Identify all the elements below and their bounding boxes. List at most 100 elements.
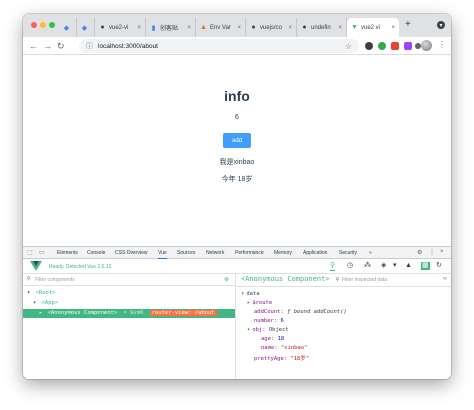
tab-memory[interactable]: Memory bbox=[274, 250, 292, 256]
close-tab-icon[interactable]: × bbox=[391, 25, 395, 31]
env-icon: ▲ bbox=[200, 24, 207, 31]
tab-security[interactable]: Security bbox=[339, 250, 357, 256]
tab-pinned-1[interactable]: ◆ bbox=[59, 18, 77, 37]
github-icon: ● bbox=[251, 24, 256, 31]
vue-logo-inner bbox=[33, 261, 39, 266]
site-info-icon[interactable]: ⓘ bbox=[86, 41, 93, 51]
reload-icon[interactable]: ↻ bbox=[57, 39, 65, 53]
select-component-target-icon[interactable]: ⊕ bbox=[224, 276, 229, 283]
inspected-component-title: <Anonymous Component> bbox=[241, 275, 330, 283]
github-icon: ● bbox=[100, 24, 105, 31]
search-icon: ⚲ bbox=[335, 277, 340, 283]
vue-devtools-header: Ready. Detected Vue 2.6.12. ⚲ ◷ ⁂ ◈ ▾ ▲ … bbox=[23, 259, 451, 274]
devtools-menu-icon[interactable]: ⋮ bbox=[429, 249, 435, 256]
device-toolbar-icon[interactable]: ▭ bbox=[39, 249, 45, 256]
router-icon[interactable]: ◈ bbox=[381, 262, 386, 270]
filter-inspected-data-input[interactable]: ⚲ Filter inspected data bbox=[335, 274, 387, 286]
tab-css-overview[interactable]: CSS Overview bbox=[115, 250, 148, 256]
tab-application[interactable]: Application bbox=[303, 250, 327, 256]
settings-gear-icon[interactable]: ⚙ bbox=[417, 249, 422, 256]
back-arrow-icon[interactable]: ← bbox=[29, 39, 38, 53]
divider bbox=[237, 286, 451, 287]
tab-undefin[interactable]: ● undefin × bbox=[297, 18, 347, 37]
new-tab-button[interactable]: + bbox=[405, 20, 411, 30]
tab-vuejs-co[interactable]: ● vuejs/co × bbox=[246, 18, 297, 37]
close-devtools-icon[interactable]: × bbox=[440, 249, 444, 255]
browser-window: ◆ ◆ ● vue2-vi × ▮ 创客贴 × ▲ Env Var × ● vu… bbox=[23, 14, 451, 379]
data-row-obj[interactable]: ▾ obj: Object bbox=[247, 327, 289, 333]
tab-sources[interactable]: Sources bbox=[177, 250, 195, 256]
page-content: info 6 add 我是xinbao 今年 18岁 bbox=[23, 55, 451, 246]
components-tree-icon[interactable]: ⚲ bbox=[330, 262, 336, 271]
data-row-addcount[interactable]: addCount: ƒ bound addCount() bbox=[254, 309, 347, 315]
devtools-panel: ⬚ ▭ Elements Console CSS Overview Vue So… bbox=[23, 246, 451, 379]
data-row-number[interactable]: number: 6 bbox=[254, 318, 284, 324]
expand-arrow-icon[interactable]: ▸ bbox=[39, 310, 42, 316]
url-text: localhost:3000/about bbox=[98, 42, 158, 50]
tab-elements[interactable]: Elements bbox=[57, 250, 78, 256]
tree-node-label: <Anonymous Component> bbox=[47, 310, 118, 316]
filter-components-input[interactable]: ⚲ Filter components ⊕ bbox=[23, 274, 235, 286]
tree-node-root[interactable]: ▾ <Root> bbox=[27, 290, 56, 299]
extension-green-icon[interactable] bbox=[378, 42, 386, 50]
tab-console[interactable]: Console bbox=[87, 250, 105, 256]
close-tab-icon[interactable]: × bbox=[237, 25, 241, 31]
close-tab-icon[interactable]: × bbox=[187, 25, 191, 31]
data-row-age[interactable]: age: 18 bbox=[261, 336, 284, 342]
extension-icon[interactable] bbox=[365, 42, 373, 50]
more-tabs-button[interactable]: » bbox=[369, 250, 372, 256]
data-row-route[interactable]: ▸ $route bbox=[247, 300, 272, 306]
tree-node-app[interactable]: ▾ <App> bbox=[33, 300, 58, 309]
bookmark-star-icon[interactable]: ☆ bbox=[345, 42, 352, 51]
close-tab-icon[interactable]: × bbox=[338, 25, 342, 31]
vue-status-text: Ready. Detected Vue 2.6.12. bbox=[49, 264, 113, 270]
inspect-element-icon[interactable]: ⬚ bbox=[27, 249, 33, 256]
minimize-window-button[interactable] bbox=[40, 22, 46, 28]
tab-pinned-2[interactable]: ◆ bbox=[77, 18, 95, 37]
data-section-header[interactable]: ▾ data bbox=[241, 291, 260, 297]
name-text: 我是xinbao bbox=[219, 159, 255, 166]
refresh-icon[interactable]: ↻ bbox=[436, 262, 442, 270]
tree-node-anonymous-selected[interactable]: ▸ <Anonymous Component> = $vm0 router-vi… bbox=[23, 309, 235, 318]
tab-vue2-vi[interactable]: ● vue2-vi × bbox=[95, 18, 146, 37]
expand-arrow-icon[interactable]: ▾ bbox=[33, 300, 36, 306]
add-button[interactable]: add bbox=[223, 133, 251, 148]
tab-performance[interactable]: Performance bbox=[235, 250, 264, 256]
collapse-arrow-icon[interactable]: ▾ bbox=[241, 291, 244, 297]
address-bar[interactable]: ⓘ localhost:3000/about ☆ bbox=[79, 39, 359, 53]
menu-kebab-icon[interactable]: ⋮ bbox=[438, 40, 446, 49]
avatar[interactable] bbox=[421, 40, 432, 51]
tab-env-var[interactable]: ▲ Env Var × bbox=[196, 18, 246, 37]
age-text: 今年 18岁 bbox=[221, 176, 253, 183]
close-window-button[interactable] bbox=[31, 22, 37, 28]
tab-vue[interactable]: Vue bbox=[158, 250, 167, 259]
more-options-icon[interactable]: ‹› bbox=[443, 276, 447, 282]
performance-icon[interactable]: ▲ bbox=[405, 262, 412, 270]
vuex-icon[interactable]: ⁂ bbox=[364, 262, 371, 270]
maximize-window-button[interactable] bbox=[49, 22, 55, 28]
forward-arrow-icon[interactable]: → bbox=[43, 39, 52, 53]
extension-purple-icon[interactable] bbox=[404, 42, 412, 50]
vm-reference: = $vm0 bbox=[123, 310, 144, 316]
close-tab-icon[interactable]: × bbox=[288, 25, 292, 31]
page-title: info bbox=[224, 88, 250, 104]
tab-chuangke[interactable]: ▮ 创客贴 × bbox=[146, 18, 196, 37]
filter-inspected-placeholder: Filter inspected data bbox=[342, 277, 388, 283]
expand-arrow-icon[interactable]: ▾ bbox=[27, 290, 30, 296]
history-clock-icon[interactable]: ◷ bbox=[347, 262, 353, 270]
tab-network[interactable]: Network bbox=[206, 250, 224, 256]
settings-icon[interactable]: ▦ bbox=[421, 262, 430, 270]
tab-search-icon[interactable]: ▾ bbox=[437, 21, 445, 29]
search-icon: ⚲ bbox=[27, 276, 31, 282]
devtools-tab-bar: ⬚ ▭ Elements Console CSS Overview Vue So… bbox=[23, 247, 451, 259]
tab-vue2-vi-active[interactable]: ▼ vue2 vi × bbox=[347, 18, 399, 37]
dropdown-chevron-icon[interactable]: ▾ bbox=[393, 262, 397, 270]
data-row-name[interactable]: name: "xinbao" bbox=[261, 345, 307, 351]
data-row-prettyage[interactable]: prettyAge: "18岁" bbox=[254, 354, 309, 362]
vue-icon: ▼ bbox=[351, 24, 358, 31]
expand-arrow-icon[interactable]: ▸ bbox=[247, 300, 250, 306]
collapse-arrow-icon[interactable]: ▾ bbox=[247, 327, 250, 333]
close-tab-icon[interactable]: × bbox=[137, 25, 141, 31]
extension-red-icon[interactable] bbox=[391, 42, 399, 50]
tree-node-label: <Root> bbox=[35, 290, 56, 296]
